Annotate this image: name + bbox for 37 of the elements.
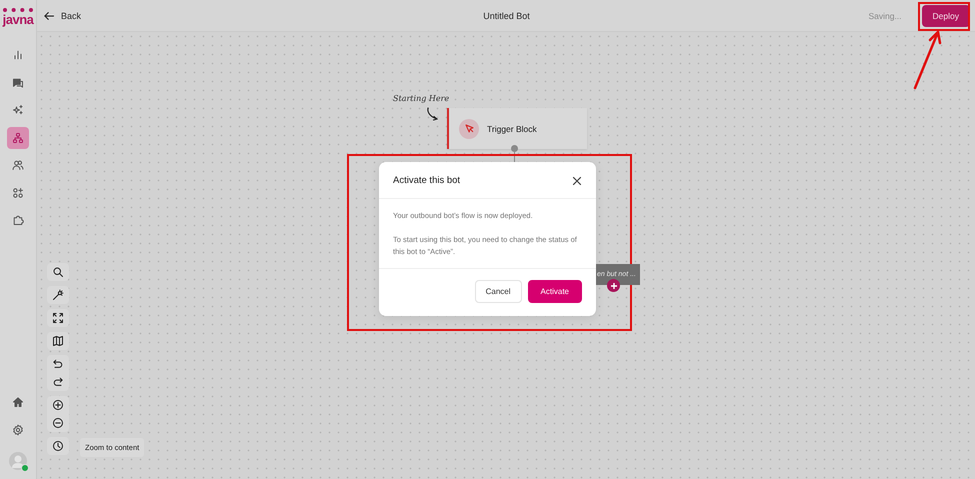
- settings-icon: [12, 424, 24, 436]
- cursor-icon: [459, 118, 479, 138]
- map-icon: [52, 335, 64, 347]
- chat-icon: [12, 76, 24, 88]
- apps-icon: [12, 186, 24, 198]
- dialog-title: Activate this bot: [393, 175, 460, 186]
- undo-icon: [52, 358, 64, 370]
- bot-title: Untitled Bot: [483, 10, 530, 20]
- clock-icon: [52, 440, 64, 452]
- back-button[interactable]: Back: [43, 10, 82, 22]
- search-icon: [52, 266, 64, 278]
- curved-arrow-icon: [425, 107, 441, 123]
- cancel-button[interactable]: Cancel: [474, 280, 522, 303]
- redo-icon: [52, 376, 64, 388]
- logo: javna: [2, 8, 34, 26]
- highlight-frame: [918, 2, 970, 31]
- home-icon: [12, 396, 24, 408]
- bar-chart-icon: [12, 49, 24, 61]
- flowchart-icon: [12, 132, 24, 144]
- trigger-block[interactable]: Trigger Block: [447, 108, 587, 149]
- handwritten-note: Starting Here: [393, 94, 450, 103]
- deploy-button[interactable]: Deploy: [922, 4, 970, 26]
- saving-status: Saving...: [868, 10, 902, 20]
- nav-button[interactable]: [7, 126, 29, 148]
- trigger-label: Trigger Block: [487, 124, 537, 134]
- close-button[interactable]: [572, 176, 582, 186]
- sparkle-icon: [12, 104, 24, 116]
- add-node-button[interactable]: [607, 279, 620, 292]
- zoom-out-icon: [52, 417, 64, 429]
- magic-wand-icon: [52, 289, 64, 301]
- users-icon: [12, 159, 24, 171]
- puzzle-icon: [12, 214, 24, 226]
- activate-button[interactable]: Activate: [528, 280, 582, 303]
- zoom-in-icon: [52, 399, 64, 411]
- back-arrow-icon: [43, 10, 55, 22]
- fit-view-icon: [52, 312, 64, 324]
- plus-icon: [610, 282, 618, 290]
